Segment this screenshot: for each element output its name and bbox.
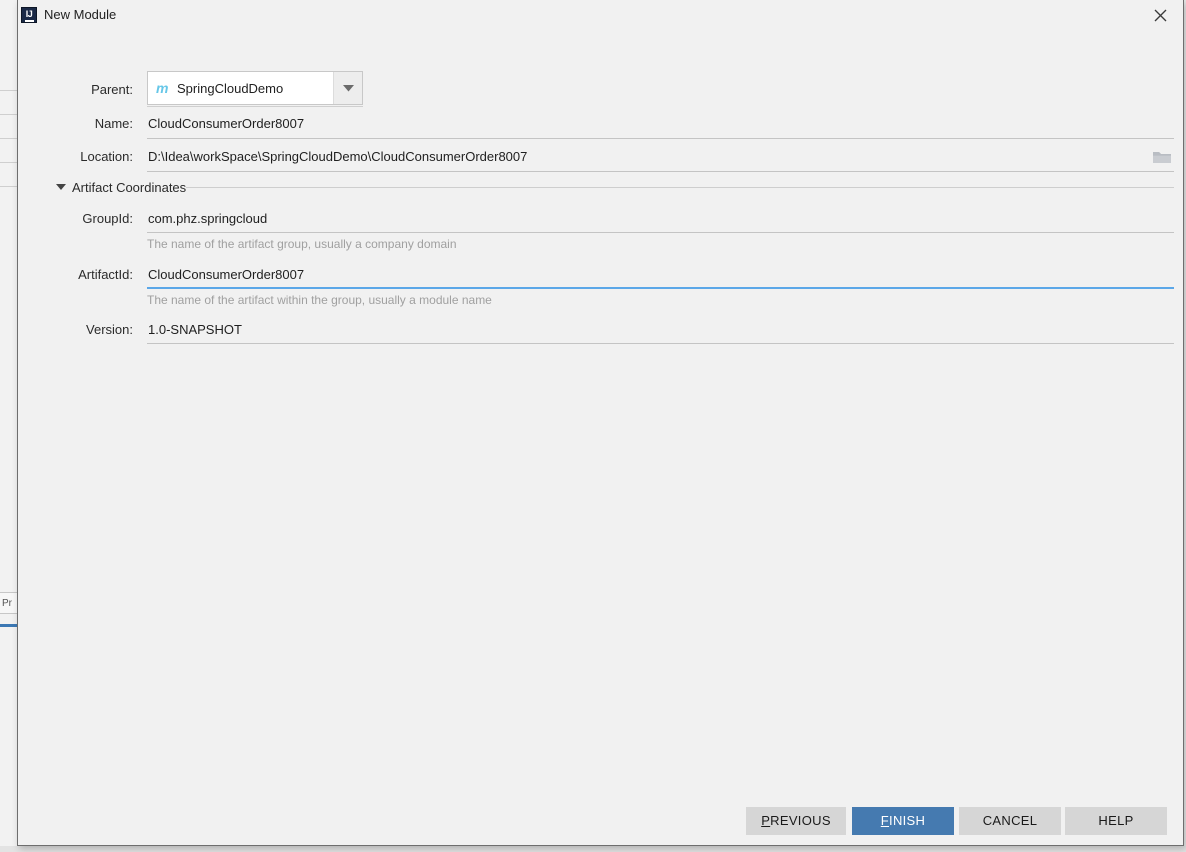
group-id-input[interactable]: com.phz.springcloud xyxy=(148,211,267,226)
group-id-label: GroupId: xyxy=(82,211,133,226)
dialog-titlebar: IJ New Module xyxy=(18,0,1183,30)
artifact-id-hint: The name of the artifact within the grou… xyxy=(147,293,492,307)
artifact-coordinates-section-title: Artifact Coordinates xyxy=(72,180,187,195)
location-label: Location: xyxy=(80,149,133,164)
chevron-down-icon[interactable] xyxy=(333,72,362,104)
finish-button[interactable]: FINISH xyxy=(852,807,954,835)
previous-button-mnemonic: P xyxy=(761,813,771,828)
parent-label: Parent: xyxy=(91,82,133,97)
finish-button-label: INISH xyxy=(889,813,926,828)
artifact-id-label: ArtifactId: xyxy=(78,267,133,282)
parent-field-underline xyxy=(147,106,363,107)
version-input[interactable]: 1.0-SNAPSHOT xyxy=(148,322,242,337)
ide-status-bar-area xyxy=(0,846,1186,852)
cancel-button[interactable]: CANCEL xyxy=(959,807,1061,835)
location-input[interactable]: D:\Idea\workSpace\SpringCloudDemo\CloudC… xyxy=(148,149,527,164)
previous-button-label: REVIOUS xyxy=(770,813,831,828)
maven-module-icon: m xyxy=(156,80,169,96)
artifact-id-input[interactable]: CloudConsumerOrder8007 xyxy=(148,267,304,282)
triangle-down-icon[interactable] xyxy=(56,181,68,193)
group-id-field-underline xyxy=(147,232,1174,233)
dialog-button-bar: PREVIOUS FINISH CANCEL HELP xyxy=(18,798,1183,845)
location-field-underline xyxy=(147,171,1174,172)
previous-button[interactable]: PREVIOUS xyxy=(746,807,846,835)
new-module-dialog: IJ New Module Parent: m SpringCloudDemo … xyxy=(17,0,1184,846)
artifact-id-field-underline-focused xyxy=(147,287,1174,289)
group-id-hint: The name of the artifact group, usually … xyxy=(147,237,457,251)
close-icon[interactable] xyxy=(1138,0,1183,29)
ide-tool-window-tab[interactable]: Pr xyxy=(0,592,18,614)
name-input[interactable]: CloudConsumerOrder8007 xyxy=(148,116,304,131)
parent-combobox[interactable]: m SpringCloudDemo xyxy=(147,71,363,105)
name-label: Name: xyxy=(94,116,133,131)
version-field-underline xyxy=(147,343,1174,344)
folder-icon[interactable] xyxy=(1151,148,1173,166)
dialog-content: Parent: m SpringCloudDemo Name: CloudCon… xyxy=(18,30,1183,799)
help-button[interactable]: HELP xyxy=(1065,807,1167,835)
version-label: Version: xyxy=(86,322,133,337)
dialog-title: New Module xyxy=(44,7,117,22)
intellij-idea-icon: IJ xyxy=(21,7,37,23)
name-field-underline xyxy=(147,138,1174,139)
section-separator xyxy=(186,187,1174,188)
parent-combobox-value: SpringCloudDemo xyxy=(177,81,284,96)
finish-button-mnemonic: F xyxy=(880,813,890,828)
